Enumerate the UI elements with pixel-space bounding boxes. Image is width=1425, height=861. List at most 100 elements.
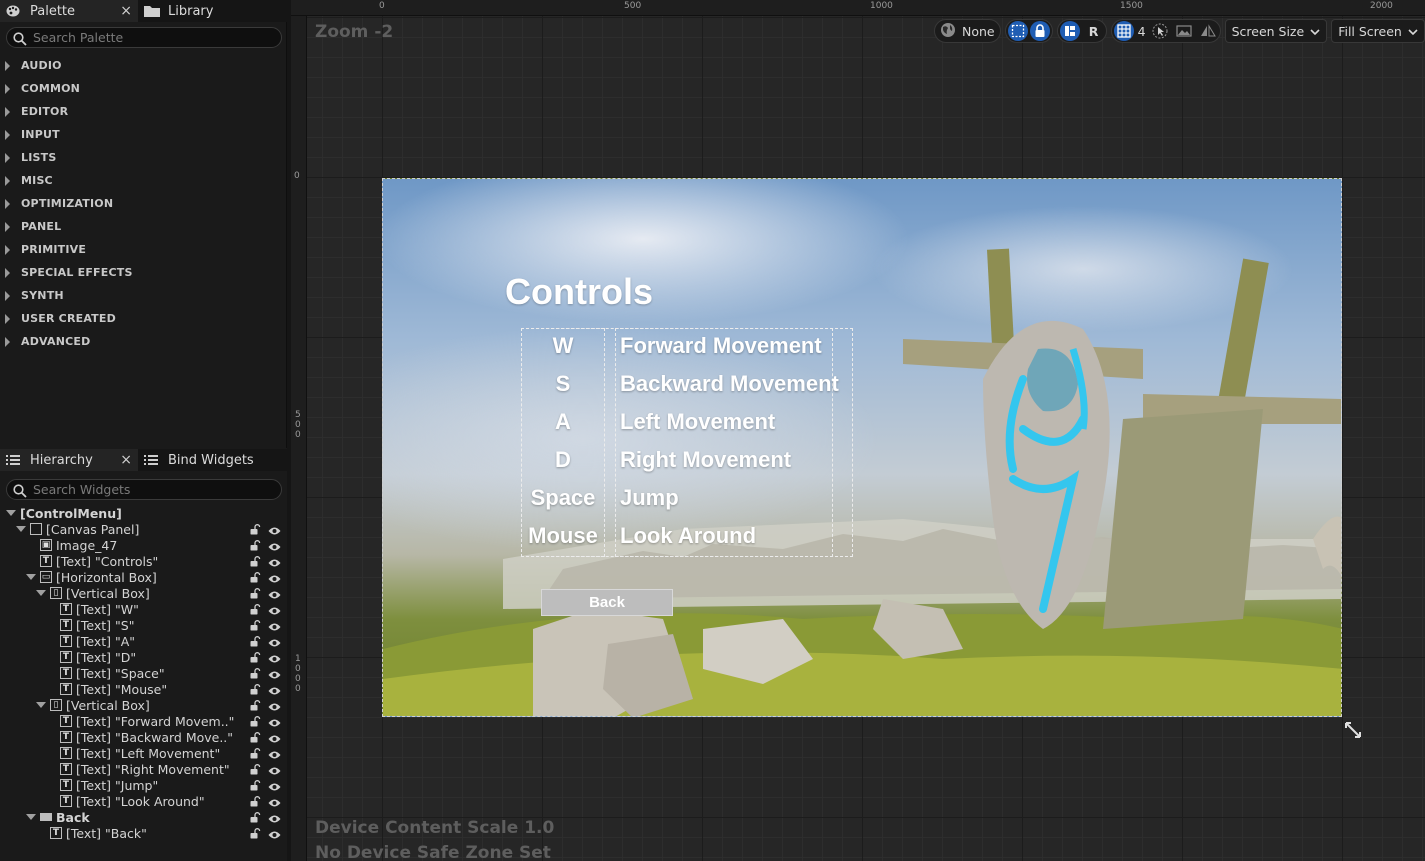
visibility-eye-icon[interactable] [268, 796, 281, 807]
r-toggle[interactable]: R [1084, 21, 1104, 41]
hierarchy-item[interactable]: ▣ Image_47 [0, 537, 287, 553]
hierarchy-item[interactable]: [ControlMenu] [0, 505, 287, 521]
visibility-eye-icon[interactable] [268, 780, 281, 791]
hierarchy-item[interactable]: T [Text] "Space" [0, 665, 287, 681]
hierarchy-item[interactable]: T [Text] "S" [0, 617, 287, 633]
action-label[interactable]: Backward Movement [620, 371, 839, 397]
visibility-eye-icon[interactable] [268, 540, 281, 551]
controls-title[interactable]: Controls [505, 271, 653, 313]
unlock-icon[interactable] [250, 763, 261, 775]
palette-category[interactable]: MISC [0, 169, 287, 192]
screen-size-dropdown[interactable]: Screen Size [1224, 19, 1328, 43]
unlock-icon[interactable] [250, 827, 261, 839]
unlock-icon[interactable] [250, 715, 261, 727]
key-label[interactable]: A [521, 409, 605, 435]
hierarchy-item[interactable]: T [Text] "W" [0, 601, 287, 617]
unlock-icon[interactable] [250, 651, 261, 663]
unlock-icon[interactable] [250, 523, 261, 535]
unlock-icon[interactable] [250, 683, 261, 695]
key-label[interactable]: Mouse [521, 523, 605, 549]
hierarchy-item[interactable]: T [Text] "Right Movement" [0, 761, 287, 777]
key-label[interactable]: D [521, 447, 605, 473]
palette-category[interactable]: OPTIMIZATION [0, 192, 287, 215]
expand-arrow-icon[interactable] [36, 702, 46, 708]
hierarchy-item[interactable]: ▯ [Vertical Box] [0, 585, 287, 601]
visibility-eye-icon[interactable] [268, 620, 281, 631]
tab-palette[interactable]: Palette × [0, 0, 138, 22]
visibility-eye-icon[interactable] [268, 828, 281, 839]
hierarchy-item[interactable]: T [Text] "Mouse" [0, 681, 287, 697]
palette-search-input[interactable] [33, 30, 263, 45]
unlock-icon[interactable] [250, 747, 261, 759]
hierarchy-item[interactable]: T [Text] "Backward Move.." [0, 729, 287, 745]
visibility-eye-icon[interactable] [268, 732, 281, 743]
palette-category[interactable]: AUDIO [0, 54, 287, 77]
grid-icon[interactable] [1113, 21, 1134, 41]
palette-category[interactable]: ADVANCED [0, 330, 287, 353]
palette-category[interactable]: USER CREATED [0, 307, 287, 330]
action-label[interactable]: Jump [620, 485, 679, 511]
fill-screen-dropdown[interactable]: Fill Screen [1331, 19, 1425, 43]
hierarchy-item[interactable]: [Canvas Panel] [0, 521, 287, 537]
hierarchy-item[interactable]: T [Text] "Controls" [0, 553, 287, 569]
unlock-icon[interactable] [250, 699, 261, 711]
visibility-eye-icon[interactable] [268, 556, 281, 567]
palette-category[interactable]: SYNTH [0, 284, 287, 307]
mirror-icon[interactable] [1198, 21, 1218, 41]
palette-search[interactable] [6, 27, 282, 48]
unlock-icon[interactable] [250, 635, 261, 647]
hierarchy-item[interactable]: T [Text] "A" [0, 633, 287, 649]
tab-library[interactable]: Library [138, 0, 219, 22]
visibility-eye-icon[interactable] [268, 652, 281, 663]
hierarchy-search-input[interactable] [33, 482, 263, 497]
key-label[interactable]: W [521, 333, 605, 359]
marquee-select-icon[interactable] [1007, 21, 1028, 41]
visibility-eye-icon[interactable] [268, 524, 281, 535]
action-label[interactable]: Forward Movement [620, 333, 822, 359]
unlock-icon[interactable] [250, 811, 261, 823]
unlock-icon[interactable] [250, 731, 261, 743]
palette-category[interactable]: SPECIAL EFFECTS [0, 261, 287, 284]
action-label[interactable]: Look Around [620, 523, 756, 549]
close-icon[interactable]: × [120, 3, 132, 19]
hierarchy-item[interactable]: T [Text] "Back" [0, 825, 287, 841]
action-label[interactable]: Left Movement [620, 409, 775, 435]
expand-arrow-icon[interactable] [26, 814, 36, 820]
localization-preview[interactable]: None [934, 19, 1001, 43]
tab-bind-widgets[interactable]: Bind Widgets [138, 449, 260, 471]
hierarchy-item[interactable]: Back [0, 809, 287, 825]
visibility-eye-icon[interactable] [268, 668, 281, 679]
hierarchy-item[interactable]: T [Text] "D" [0, 649, 287, 665]
visibility-eye-icon[interactable] [268, 700, 281, 711]
visibility-eye-icon[interactable] [268, 572, 281, 583]
unlock-icon[interactable] [250, 539, 261, 551]
visibility-eye-icon[interactable] [268, 684, 281, 695]
unlock-icon[interactable] [250, 619, 261, 631]
visibility-eye-icon[interactable] [268, 716, 281, 727]
visibility-eye-icon[interactable] [268, 636, 281, 647]
hierarchy-item[interactable]: T [Text] "Jump" [0, 777, 287, 793]
key-label[interactable]: Space [521, 485, 605, 511]
palette-category[interactable]: COMMON [0, 77, 287, 100]
palette-category[interactable]: INPUT [0, 123, 287, 146]
visibility-eye-icon[interactable] [268, 748, 281, 759]
palette-category[interactable]: PRIMITIVE [0, 238, 287, 261]
unlock-icon[interactable] [250, 603, 261, 615]
action-label[interactable]: Right Movement [620, 447, 791, 473]
visibility-eye-icon[interactable] [268, 604, 281, 615]
lock-icon[interactable] [1029, 21, 1050, 41]
hierarchy-item[interactable]: ▭ [Horizontal Box] [0, 569, 287, 585]
hierarchy-item[interactable]: T [Text] "Forward Movem.." [0, 713, 287, 729]
tab-hierarchy[interactable]: Hierarchy × [0, 449, 138, 471]
hierarchy-item[interactable]: T [Text] "Look Around" [0, 793, 287, 809]
back-button[interactable]: Back [541, 589, 673, 616]
expand-arrow-icon[interactable] [26, 574, 36, 580]
hierarchy-item[interactable]: T [Text] "Left Movement" [0, 745, 287, 761]
image-preview-icon[interactable] [1174, 21, 1194, 41]
widget-canvas[interactable]: Controls W S A D Space Mouse Forward Mov… [382, 178, 1342, 717]
expand-arrow-icon[interactable] [6, 510, 16, 516]
close-icon[interactable]: × [120, 452, 132, 468]
unlock-icon[interactable] [250, 555, 261, 567]
unlock-icon[interactable] [250, 667, 261, 679]
unlock-icon[interactable] [250, 795, 261, 807]
